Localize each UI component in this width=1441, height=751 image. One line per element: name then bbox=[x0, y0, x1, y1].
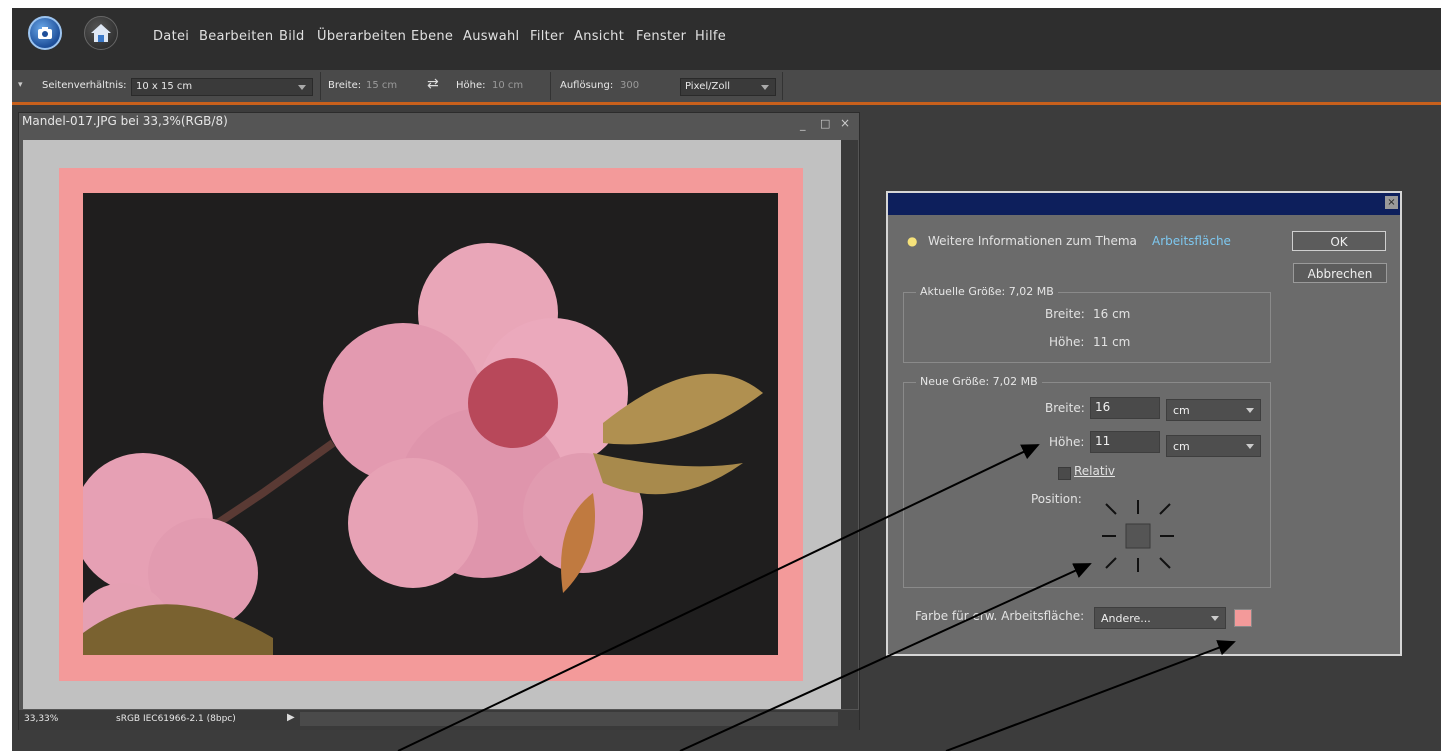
annotation-arrows bbox=[397, 444, 1236, 751]
